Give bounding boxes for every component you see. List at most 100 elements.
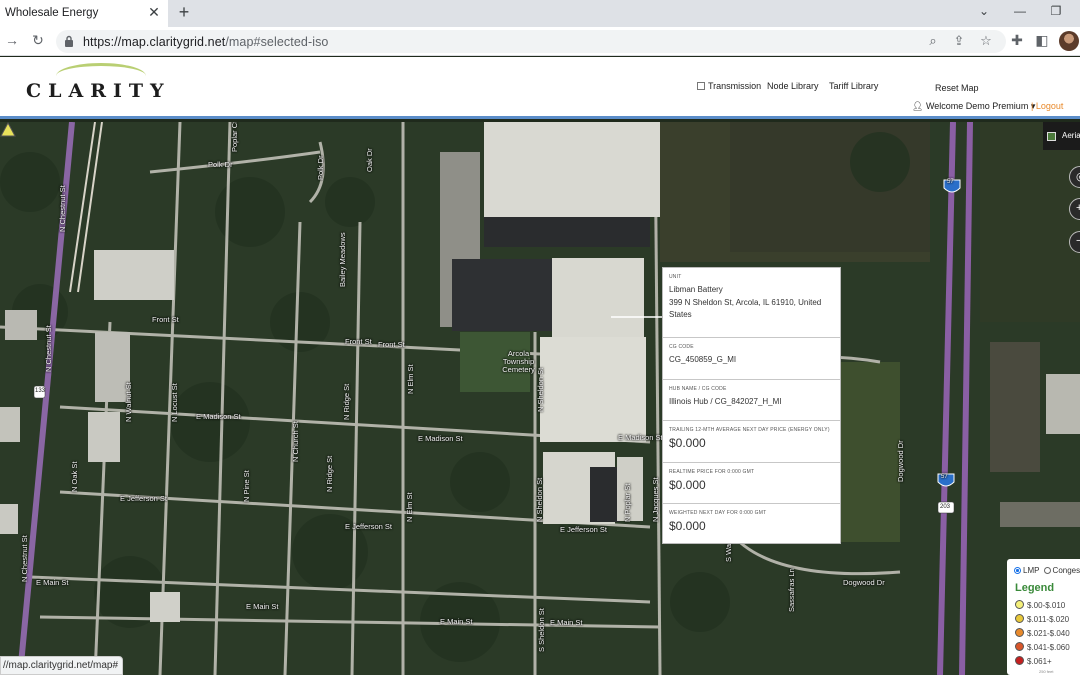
unit-address: 399 N Sheldon St, Arcola, IL 61910, Unit…	[669, 298, 822, 319]
weighted-price-value: $0.000	[669, 519, 706, 533]
legend-swatch	[1015, 628, 1024, 637]
hub-label: HUB Name / CG CODE	[669, 386, 727, 392]
aerial-label: Aeria	[1062, 131, 1080, 140]
i57-south-label: 57	[941, 474, 948, 480]
street-label: N Oak St	[70, 461, 79, 492]
street-label: N Ridge St	[325, 455, 334, 492]
legend-row: $.041-$.060	[1015, 642, 1070, 652]
price-legend: LMP Conges Legend $.00-$.010 $.011-$.020…	[1007, 559, 1080, 675]
street-label: N Chestnut St	[44, 325, 53, 372]
close-tab-icon[interactable]: ✕	[146, 4, 162, 22]
street-label: N Pine St	[242, 470, 251, 502]
street-label: N Chestnut St	[58, 185, 67, 232]
transmission-toggle[interactable]: Transmission	[697, 81, 761, 91]
legend-swatch	[1015, 656, 1024, 665]
popup-trailing-section: TRAILING 12-MTH AVERAGE NEXT DAY PRICE (…	[663, 421, 840, 463]
node-library-link[interactable]: Node Library	[767, 81, 819, 91]
popup-unit-section: UNIT Libman Battery 399 N Sheldon St, Ar…	[663, 268, 840, 338]
profile-avatar[interactable]	[1059, 31, 1079, 51]
street-label: Polk Dr	[316, 155, 325, 180]
legend-range-label: $.00-$.010	[1027, 601, 1066, 610]
legend-title: Legend	[1015, 582, 1055, 594]
zoom-icon[interactable]: ⌕	[924, 33, 942, 51]
street-label: E Jefferson St	[345, 522, 392, 531]
street-label: Poplar Ct	[230, 122, 239, 152]
legend-row: $.011-$.020	[1015, 614, 1069, 624]
street-label: E Madison St	[196, 412, 241, 421]
popup-hub-section: HUB Name / CG CODE Illinois Hub / CG_842…	[663, 380, 840, 421]
street-label: N Ridge St	[342, 383, 351, 420]
legend-row: $.061+	[1015, 656, 1052, 666]
share-icon[interactable]: ⇪	[950, 33, 968, 51]
street-label: Dogwood Dr	[896, 440, 905, 482]
street-label: Front St	[378, 340, 405, 349]
street-label: Sassafras Ln	[787, 568, 796, 612]
bookmark-star-icon[interactable]: ☆	[977, 33, 995, 51]
address-bar: → ↻ https://map.claritygrid.net/map#sele…	[0, 27, 1080, 56]
street-label: Polk Dr	[208, 160, 233, 169]
street-label: E Main St	[246, 602, 279, 611]
street-label: E Main St	[36, 578, 69, 587]
street-label: E Main St	[440, 617, 473, 626]
url-text[interactable]: https://map.claritygrid.net/map#selected…	[83, 35, 328, 49]
street-label: S Sheldon St	[537, 608, 546, 652]
map-canvas[interactable]: 57 57 203 133 N Chestnut St N Chestnut S…	[0, 122, 1080, 675]
congestion-radio[interactable]	[1043, 567, 1051, 574]
site-header: CLARITY Transmission Node Library Tariff…	[0, 57, 1080, 119]
lock-icon	[65, 35, 73, 47]
legend-range-label: $.021-$.040	[1027, 629, 1070, 638]
restore-icon[interactable]: ❐	[1045, 4, 1067, 22]
extensions-icon[interactable]: ✚	[1008, 32, 1026, 50]
street-label: N Elm St	[405, 492, 414, 522]
trailing-price-value: $0.000	[669, 436, 706, 450]
trailing-price-label: TRAILING 12-MTH AVERAGE NEXT DAY PRICE (…	[669, 427, 830, 433]
weighted-price-label: WEIGHTED NEXT DAY FOR 0:000 GMT	[669, 510, 767, 516]
legend-range-label: $.011-$.020	[1027, 615, 1070, 624]
cemetery-label: Arcola Township Cemetery	[502, 349, 535, 374]
minimize-icon[interactable]: —	[1009, 4, 1031, 22]
scale-bar-label: 250 feet	[1039, 669, 1054, 674]
street-label: E Main St	[550, 618, 583, 627]
cg-code-label: CG CODE	[669, 344, 694, 350]
lmp-radio[interactable]	[1014, 567, 1021, 574]
legend-mode-toggle[interactable]: LMP Conges	[1014, 566, 1080, 575]
clarity-logo[interactable]: CLARITY	[26, 63, 208, 111]
user-menu[interactable]: 👤︎ Welcome Demo Premium ▾	[912, 101, 1035, 112]
popup-weighted-section: WEIGHTED NEXT DAY FOR 0:000 GMT $0.000	[663, 504, 840, 544]
street-label: E Jefferson St	[120, 494, 167, 503]
user-icon: 👤︎	[912, 101, 924, 111]
new-tab-button[interactable]: +	[175, 2, 193, 24]
transmission-checkbox[interactable]	[697, 82, 705, 90]
side-panel-icon[interactable]: ◧	[1033, 32, 1051, 50]
reset-map-button[interactable]: Reset Map	[935, 83, 979, 93]
street-label: E Madison St	[618, 433, 663, 442]
tariff-library-link[interactable]: Tariff Library	[829, 81, 878, 91]
logout-label: Logout	[1035, 101, 1064, 111]
unit-marker-icon[interactable]	[0, 122, 16, 137]
lmp-label: LMP	[1023, 566, 1040, 575]
aerial-toggle-button[interactable]: Aeria	[1043, 122, 1080, 150]
hub-value: Illinois Hub / CG_842027_H_MI	[669, 397, 782, 406]
unit-info-popup: UNIT Libman Battery 399 N Sheldon St, Ar…	[662, 267, 841, 544]
street-label: E Madison St	[418, 434, 463, 443]
route-203-label: 203	[940, 504, 951, 510]
realtime-price-value: $0.000	[669, 478, 706, 492]
street-label: Dogwood Dr	[843, 578, 885, 587]
welcome-text: Welcome Demo Premium	[925, 101, 1029, 111]
street-label: N Church St	[291, 421, 300, 462]
reload-icon[interactable]: ↻	[29, 32, 47, 50]
street-label: E Jefferson St	[560, 525, 607, 534]
street-label: N Elm St	[406, 364, 415, 394]
aerial-thumbnail-icon	[1047, 132, 1056, 141]
omnibox[interactable]: https://map.claritygrid.net/map#selected…	[56, 30, 1006, 53]
tab-search-icon[interactable]: ⌄	[973, 4, 995, 22]
legend-row: $.021-$.040	[1015, 628, 1070, 638]
legend-range-label: $.061+	[1027, 657, 1052, 666]
browser-tab[interactable]: Wholesale Energy ✕	[0, 0, 168, 27]
street-label: N Locust St	[170, 383, 179, 422]
realtime-price-label: REALTIME PRICE FOR 0:000 GMT	[669, 469, 755, 475]
forward-icon[interactable]: →	[3, 32, 21, 50]
logo-text: CLARITY	[26, 80, 171, 102]
logout-link[interactable]: | Logout	[1031, 101, 1063, 111]
browser-tab-bar: Wholesale Energy ✕ + ⌄ — ❐	[0, 0, 1080, 27]
